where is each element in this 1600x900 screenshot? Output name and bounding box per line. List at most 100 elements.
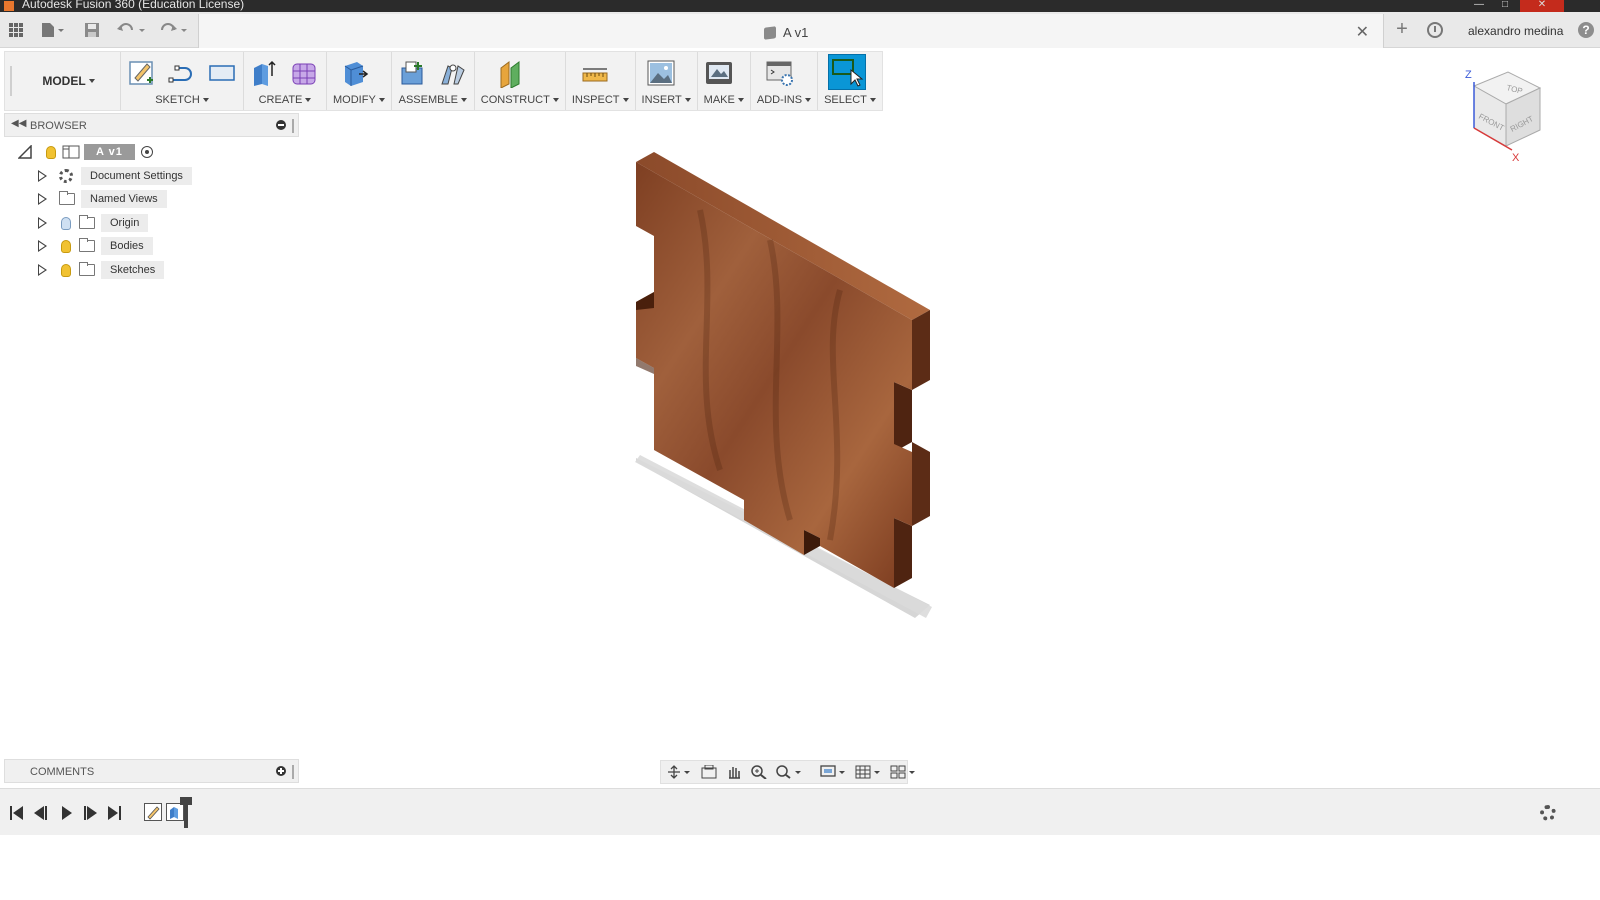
minimize-button[interactable]: — — [1466, 0, 1492, 12]
maximize-button[interactable]: □ — [1492, 0, 1518, 12]
form-sculpt-icon[interactable] — [290, 58, 320, 88]
scripts-addins-icon[interactable] — [765, 58, 795, 88]
ribbon-toolbar: MODEL SKETCH CREATE MODIFY ASSEMBLE CONS… — [4, 51, 883, 111]
expand-arrow-icon[interactable] — [38, 217, 47, 229]
help-icon[interactable]: ? — [1578, 22, 1594, 38]
undo-button[interactable] — [114, 20, 150, 40]
modify-menu-label[interactable]: MODIFY — [333, 92, 385, 110]
create-group[interactable]: CREATE — [244, 52, 327, 110]
sketch-group[interactable]: SKETCH — [121, 52, 244, 110]
modify-group[interactable]: MODIFY — [327, 52, 392, 110]
visibility-bulb-off-icon[interactable] — [61, 216, 71, 230]
add-comment-icon[interactable] — [276, 766, 286, 776]
insert-menu-label[interactable]: INSERT — [642, 92, 691, 110]
timeline-extrude-feature-icon[interactable] — [166, 803, 184, 821]
zoom-window-icon[interactable] — [776, 765, 802, 779]
3d-print-icon[interactable] — [704, 58, 734, 88]
viewports-icon[interactable] — [890, 765, 916, 779]
expanded-triangle-icon[interactable] — [18, 145, 32, 159]
select-tool-icon[interactable] — [828, 54, 867, 90]
look-at-icon[interactable] — [701, 764, 717, 779]
redo-button[interactable] — [156, 20, 192, 40]
comments-title: COMMENTS — [30, 766, 95, 778]
app-grid-icon[interactable] — [6, 20, 26, 40]
toolbar-grip[interactable] — [5, 52, 17, 110]
document-tab-title: A v1 — [783, 25, 809, 40]
select-menu-label[interactable]: SELECT — [824, 92, 876, 110]
orbit-icon[interactable] — [667, 765, 690, 779]
panel-resize-grip[interactable] — [292, 119, 294, 133]
create-sketch-icon[interactable] — [127, 58, 157, 88]
folder-icon — [59, 191, 75, 205]
fusion-360-window: Autodesk Fusion 360 (Education License) … — [0, 0, 1600, 900]
tree-item-origin[interactable]: Origin — [38, 213, 149, 233]
file-menu-button[interactable] — [38, 20, 68, 40]
extrude-icon[interactable] — [250, 58, 280, 88]
activate-component-radio-icon[interactable] — [140, 146, 153, 158]
tree-item-bodies[interactable]: Bodies — [38, 236, 153, 256]
grid-settings-icon[interactable] — [855, 765, 881, 779]
timeline-playhead-marker[interactable] — [180, 797, 192, 828]
visibility-bulb-icon[interactable] — [46, 145, 56, 159]
new-tab-plus-icon[interactable]: + — [1390, 18, 1414, 42]
inspect-menu-label[interactable]: INSPECT — [572, 92, 629, 110]
visibility-bulb-icon[interactable] — [61, 263, 71, 277]
play-icon[interactable] — [60, 805, 76, 821]
wood-panel-body[interactable] — [620, 145, 950, 635]
rectangle-tool-icon[interactable] — [207, 58, 237, 88]
add-ins-group[interactable]: ADD-INS — [751, 52, 819, 110]
visibility-bulb-icon[interactable] — [61, 239, 71, 253]
browser-panel-header[interactable]: ◀◀ BROWSER — [4, 113, 299, 137]
step-forward-icon[interactable] — [84, 805, 100, 821]
close-window-button[interactable]: ✕ — [1520, 0, 1564, 12]
display-settings-icon[interactable] — [820, 765, 846, 779]
press-pull-icon[interactable] — [339, 58, 369, 88]
go-to-end-icon[interactable] — [108, 805, 124, 821]
browser-options-icon[interactable] — [276, 120, 286, 130]
timeline-sketch-feature-icon[interactable] — [144, 803, 162, 821]
panel-resize-grip[interactable] — [292, 765, 294, 779]
timeline-settings-gear-icon[interactable] — [1540, 805, 1556, 821]
create-menu-label[interactable]: CREATE — [250, 92, 320, 110]
make-menu-label[interactable]: MAKE — [704, 92, 744, 110]
inspect-group[interactable]: INSPECT — [566, 52, 636, 110]
assemble-menu-label[interactable]: ASSEMBLE — [398, 92, 468, 110]
joint-icon[interactable] — [438, 58, 468, 88]
user-account-name[interactable]: alexandro medina — [1468, 24, 1563, 38]
insert-group[interactable]: INSERT — [636, 52, 698, 110]
expand-arrow-icon[interactable] — [38, 240, 47, 252]
root-component-label[interactable]: A v1 — [84, 144, 135, 160]
make-group[interactable]: MAKE — [698, 52, 751, 110]
sketch-menu-label[interactable]: SKETCH — [127, 92, 237, 110]
assemble-group[interactable]: ASSEMBLE — [392, 52, 475, 110]
step-back-icon[interactable] — [34, 805, 50, 821]
zoom-icon[interactable] — [751, 765, 767, 780]
job-status-clock-icon[interactable] — [1427, 22, 1443, 38]
line-tool-icon[interactable] — [167, 58, 197, 88]
expand-arrow-icon[interactable] — [38, 193, 47, 205]
insert-image-icon[interactable] — [646, 58, 676, 88]
view-cube[interactable]: TOP FRONT RIGHT Z X — [1460, 60, 1570, 170]
go-to-beginning-icon[interactable] — [10, 805, 26, 821]
comments-panel-header[interactable]: COMMENTS — [4, 759, 299, 783]
offset-plane-icon[interactable] — [497, 58, 527, 89]
collapse-browser-icon[interactable]: ◀◀ — [11, 118, 26, 129]
add-ins-menu-label[interactable]: ADD-INS — [757, 92, 812, 110]
tree-item-named-views[interactable]: Named Views — [38, 189, 167, 209]
new-component-icon[interactable] — [398, 58, 428, 88]
tree-item-document-settings[interactable]: Document Settings — [38, 166, 192, 186]
expand-arrow-icon[interactable] — [38, 170, 47, 182]
tree-root-row[interactable]: A v1 — [18, 142, 153, 162]
close-tab-icon[interactable]: ✕ — [1356, 22, 1369, 42]
measure-icon[interactable] — [580, 58, 610, 88]
workspace-selector[interactable]: MODEL — [17, 52, 121, 110]
document-tab[interactable]: A v1 ✕ — [198, 14, 1384, 48]
tree-item-sketches[interactable]: Sketches — [38, 260, 165, 280]
construct-group[interactable]: CONSTRUCT — [475, 52, 566, 110]
construct-menu-label[interactable]: CONSTRUCT — [481, 92, 559, 110]
folder-icon — [79, 215, 95, 229]
select-group[interactable]: SELECT — [818, 52, 882, 110]
expand-arrow-icon[interactable] — [38, 264, 47, 276]
pan-hand-icon[interactable] — [726, 765, 742, 779]
save-icon[interactable] — [82, 20, 102, 40]
